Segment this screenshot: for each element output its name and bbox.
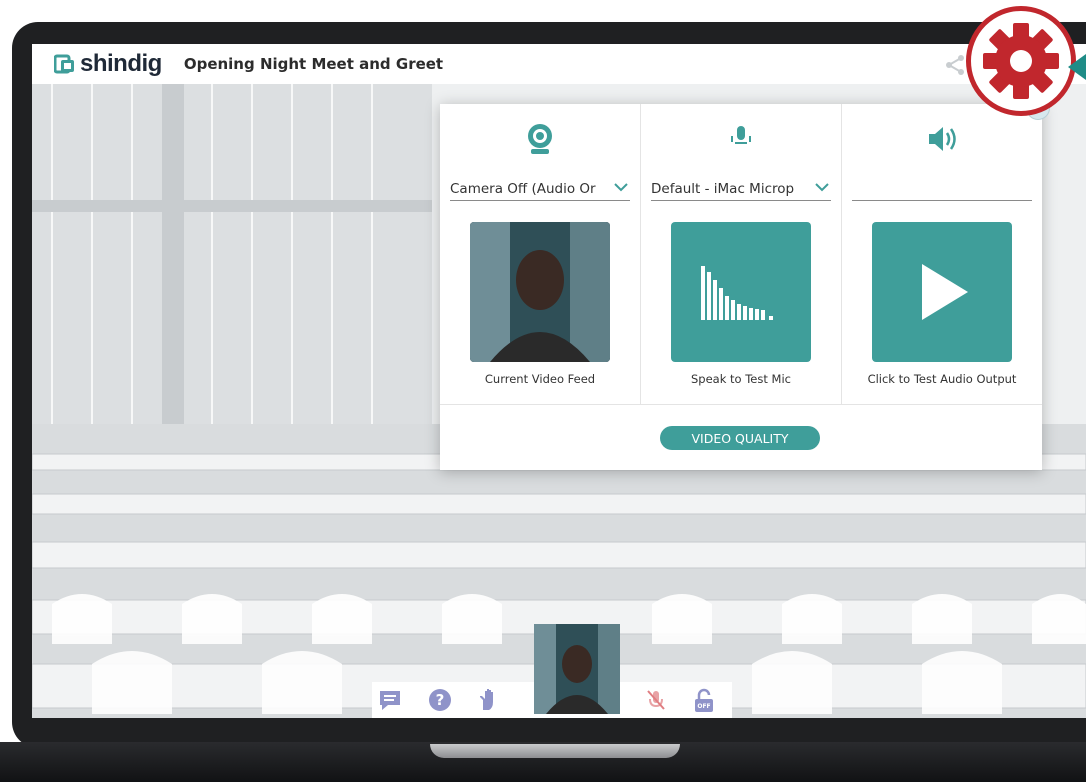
video-feed-caption: Current Video Feed <box>484 372 596 386</box>
svg-text:?: ? <box>436 691 445 709</box>
mic-test-caption: Speak to Test Mic <box>691 372 791 386</box>
speaker-column: Click to Test Audio Output <box>842 104 1042 404</box>
speaker-icon <box>929 127 956 151</box>
raise-hand-icon[interactable] <box>476 688 500 712</box>
audio-output-caption: Click to Test Audio Output <box>867 372 1017 386</box>
chevron-down-icon <box>614 183 628 192</box>
mic-test-tile[interactable] <box>671 222 811 362</box>
settings-gear-highlight[interactable] <box>966 6 1076 116</box>
top-bar: shindig Opening Night Meet and Greet <box>32 44 1086 84</box>
microphone-icon <box>731 126 751 144</box>
shindig-logo[interactable]: shindig <box>54 50 162 78</box>
person-silhouette-icon <box>534 624 620 714</box>
microphone-column: Default - iMac Microp Speak to Test Mic <box>641 104 841 404</box>
laptop-notch <box>430 744 680 758</box>
audio-level-bars-icon <box>701 266 773 320</box>
shindig-logo-mark-icon <box>54 54 74 74</box>
microphone-select[interactable]: Default - iMac Microp <box>651 178 831 201</box>
share-icon[interactable] <box>944 54 966 76</box>
current-video-feed <box>470 222 610 362</box>
help-icon[interactable]: ? <box>428 688 452 712</box>
av-settings-panel: Camera Off (Audio Or Current Video Feed <box>440 104 1042 470</box>
gear-icon <box>983 23 1059 99</box>
camera-select-value: Camera Off (Audio Or <box>450 181 596 197</box>
event-title: Opening Night Meet and Greet <box>183 55 444 73</box>
mic-muted-icon[interactable] <box>644 688 668 712</box>
lock-toggle[interactable]: OFF <box>692 688 716 714</box>
microphone-select-value: Default - iMac Microp <box>651 181 795 197</box>
person-silhouette-icon <box>470 222 610 362</box>
app-screen: shindig Opening Night Meet and Greet Cam… <box>32 44 1086 718</box>
panel-divider <box>440 404 1042 405</box>
camera-column: Camera Off (Audio Or Current Video Feed <box>440 104 640 404</box>
video-quality-button[interactable]: VIDEO QUALITY <box>660 426 820 450</box>
chevron-down-icon <box>815 183 829 192</box>
camera-select[interactable]: Camera Off (Audio Or <box>450 178 630 201</box>
play-icon <box>922 264 968 320</box>
chat-icon[interactable] <box>378 688 402 712</box>
brand-name: shindig <box>80 50 162 77</box>
lock-status-badge: OFF <box>697 703 711 710</box>
webcam-icon <box>528 124 552 154</box>
audio-output-test-button[interactable] <box>872 222 1012 362</box>
lock-icon <box>695 688 713 712</box>
self-video-thumbnail[interactable] <box>534 624 620 714</box>
pointer-arrow-icon <box>1068 54 1086 80</box>
speaker-select[interactable] <box>852 178 1032 201</box>
